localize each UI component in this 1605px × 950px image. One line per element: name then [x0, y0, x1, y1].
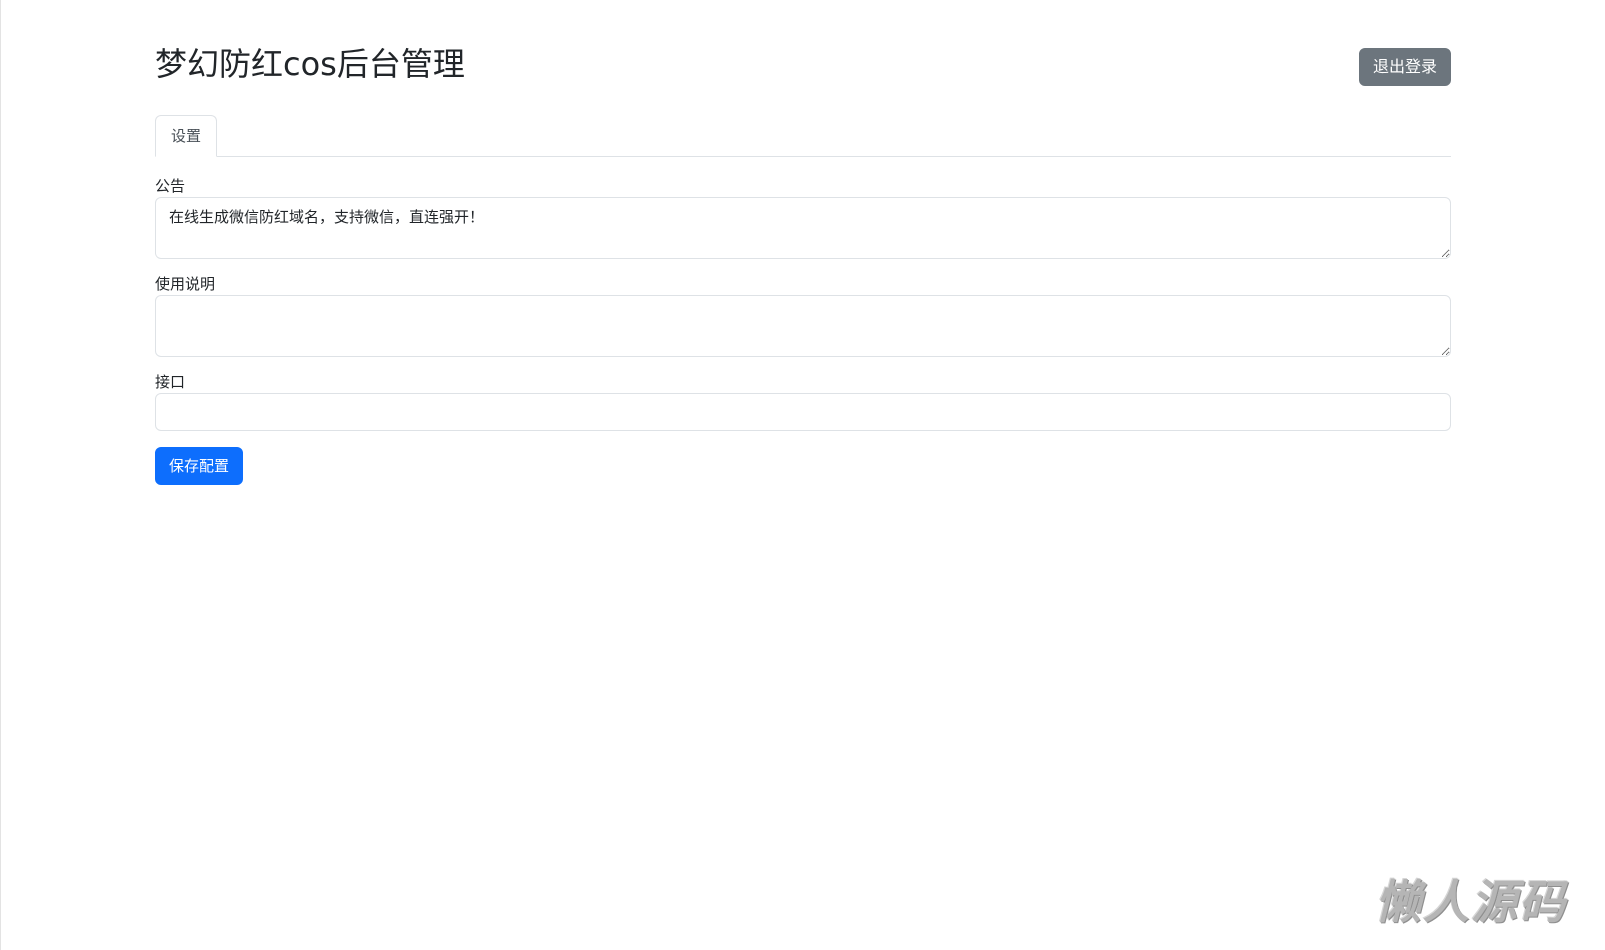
watermark: 懒人源码 [1375, 875, 1567, 929]
instructions-label: 使用说明 [155, 275, 216, 293]
page-left-border [0, 0, 1, 950]
api-field-group: 接口 [155, 373, 1451, 431]
instructions-textarea[interactable] [155, 295, 1451, 357]
page-header: 梦幻防红cos后台管理 退出登录 [155, 0, 1451, 114]
main-container: 梦幻防红cos后台管理 退出登录 设置 公告 在线生成微信防红域名，支持微信，直… [155, 0, 1451, 485]
api-input[interactable] [155, 393, 1451, 431]
tab-bar: 设置 [155, 114, 1451, 157]
instructions-field-group: 使用说明 [155, 275, 1451, 357]
logout-button[interactable]: 退出登录 [1358, 48, 1451, 86]
tab-settings[interactable]: 设置 [155, 115, 218, 157]
announcement-textarea[interactable]: 在线生成微信防红域名，支持微信，直连强开！ [155, 197, 1451, 259]
announcement-label: 公告 [155, 177, 186, 195]
settings-form: 公告 在线生成微信防红域名，支持微信，直连强开！ 使用说明 接口 保存配置 [155, 157, 1451, 485]
save-config-button[interactable]: 保存配置 [155, 447, 244, 485]
api-label: 接口 [155, 373, 186, 391]
page-title: 梦幻防红cos后台管理 [155, 45, 465, 83]
announcement-field-group: 公告 在线生成微信防红域名，支持微信，直连强开！ [155, 177, 1451, 259]
